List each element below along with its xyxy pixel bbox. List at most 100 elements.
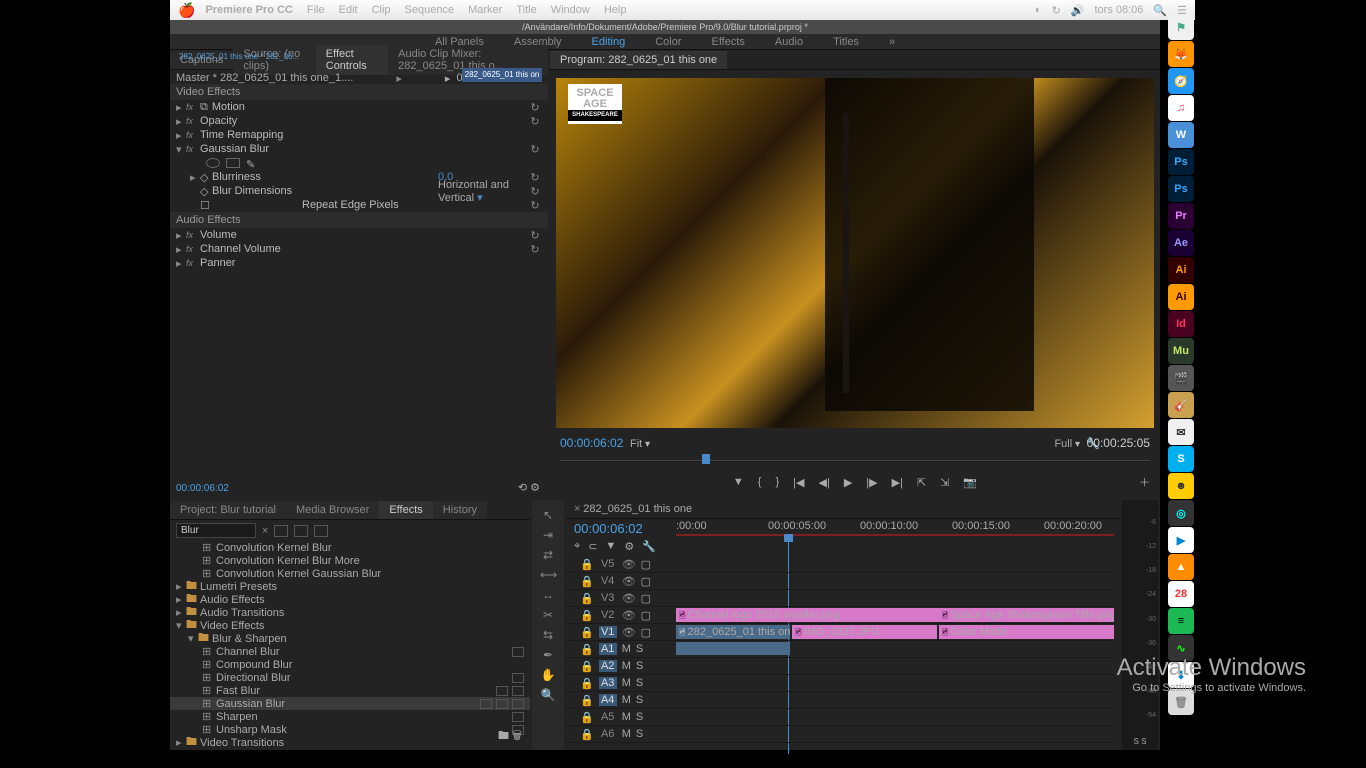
hand-tool-icon[interactable]: ✋ bbox=[540, 668, 556, 682]
fx-item[interactable]: Sharpen bbox=[216, 711, 258, 723]
rate-tool-icon[interactable]: ↔ bbox=[540, 588, 556, 602]
eye-icon[interactable]: 👁 bbox=[622, 558, 636, 571]
lock-icon[interactable]: 🔒 bbox=[580, 660, 594, 673]
mask-rect-icon[interactable] bbox=[226, 158, 240, 168]
effect-volume[interactable]: Volume bbox=[200, 229, 528, 241]
status-icon[interactable]: ◐ bbox=[1035, 4, 1042, 16]
mute-icon[interactable]: ▢ bbox=[641, 626, 651, 639]
track-a3[interactable]: A3 bbox=[599, 677, 617, 689]
lock-icon[interactable]: 🔒 bbox=[580, 609, 594, 622]
checkbox-icon[interactable]: ☐ bbox=[200, 199, 212, 212]
effect-panner[interactable]: Panner bbox=[200, 257, 542, 269]
ws-audio[interactable]: Audio bbox=[775, 36, 803, 48]
twirl-icon[interactable]: ▸ bbox=[176, 115, 186, 128]
sequence-name[interactable]: 282_0625_01 this one bbox=[583, 503, 692, 515]
eye-icon[interactable]: 👁 bbox=[622, 575, 636, 588]
mask-ellipse-icon[interactable] bbox=[206, 158, 220, 168]
dock-app-icon[interactable]: Pr bbox=[1168, 203, 1194, 229]
ripple-tool-icon[interactable]: ⇄ bbox=[540, 548, 556, 562]
track-a4[interactable]: A4 bbox=[599, 694, 617, 706]
solo-icon[interactable]: S bbox=[636, 728, 643, 740]
lock-icon[interactable]: 🔒 bbox=[580, 711, 594, 724]
twirl-icon[interactable]: ▸ bbox=[176, 257, 186, 270]
delete-icon[interactable]: 🗑 bbox=[512, 730, 522, 742]
clip-v2-logo[interactable]: 🖻 Channel logo 2016 smaller.png bbox=[676, 608, 939, 622]
clip-v1-matte[interactable]: 🖻 Color Matte bbox=[939, 625, 1114, 639]
time-ruler[interactable]: :00:00 00:00:05:00 00:00:10:00 00:00:15:… bbox=[676, 520, 1114, 538]
fx-badge-icon[interactable]: fx bbox=[186, 116, 200, 126]
dock-app-icon[interactable]: ⚑ bbox=[1168, 14, 1194, 40]
export-frame-icon[interactable]: 📷 bbox=[963, 476, 977, 489]
linked-sel-icon[interactable]: ⊂ bbox=[588, 540, 597, 553]
play-icon[interactable]: ▶ bbox=[844, 476, 852, 489]
solo-icon[interactable]: S bbox=[636, 660, 643, 672]
twirl-icon[interactable]: ▾ bbox=[188, 632, 198, 645]
lock-icon[interactable]: 🔒 bbox=[580, 677, 594, 690]
dock-app-icon[interactable]: W bbox=[1168, 122, 1194, 148]
mute-icon[interactable]: ▢ bbox=[641, 609, 651, 622]
menu-title[interactable]: Title bbox=[516, 4, 536, 16]
dock-app-icon[interactable]: ✉ bbox=[1168, 419, 1194, 445]
param-blur-dimensions[interactable]: Blur Dimensions bbox=[212, 185, 438, 197]
lock-icon[interactable]: 🔒 bbox=[580, 558, 594, 571]
mute-icon[interactable]: ▢ bbox=[641, 592, 651, 605]
menu-help[interactable]: Help bbox=[604, 4, 627, 16]
ec-timecode[interactable]: 00:00:06:02 bbox=[176, 483, 229, 494]
tab-media-browser[interactable]: Media Browser bbox=[286, 501, 379, 519]
menu-marker[interactable]: Marker bbox=[468, 4, 502, 16]
track-v3[interactable]: V3 bbox=[599, 592, 617, 604]
track-a2[interactable]: A2 bbox=[599, 660, 617, 672]
snap-icon[interactable]: ⌖ bbox=[574, 540, 580, 553]
param-blurriness[interactable]: Blurriness bbox=[212, 171, 438, 183]
dock-app-icon[interactable]: ▲ bbox=[1168, 554, 1194, 580]
fx-subfolder[interactable]: Blur & Sharpen bbox=[212, 633, 287, 645]
twirl-icon[interactable]: ▸ bbox=[190, 171, 200, 184]
dock-app-icon[interactable]: 🎸 bbox=[1168, 392, 1194, 418]
reset-icon[interactable]: ↻ bbox=[528, 199, 542, 212]
add-marker-icon[interactable]: ▼ bbox=[733, 476, 744, 488]
new-bin-icon[interactable]: 🖿 bbox=[498, 730, 509, 742]
wrench-icon[interactable]: 🔧 bbox=[642, 540, 656, 553]
tab-history[interactable]: History bbox=[433, 501, 487, 519]
keyframe-toggle-icon[interactable]: ◇ bbox=[200, 171, 212, 184]
ws-editing[interactable]: Editing bbox=[592, 36, 626, 48]
dock-app-icon[interactable]: ♫ bbox=[1168, 95, 1194, 121]
mute-icon[interactable]: M bbox=[622, 694, 631, 706]
dock-app-icon[interactable]: Id bbox=[1168, 311, 1194, 337]
clip-v1-main[interactable]: 🖻 282_0625_01 this one_1.m bbox=[676, 625, 790, 639]
pen-tool-icon[interactable]: ✒ bbox=[540, 648, 556, 662]
ws-titles[interactable]: Titles bbox=[833, 36, 859, 48]
tab-project[interactable]: Project: Blur tutorial bbox=[170, 501, 286, 519]
track-v4[interactable]: V4 bbox=[599, 575, 617, 587]
dock-app-icon[interactable]: Ai bbox=[1168, 284, 1194, 310]
apple-icon[interactable]: 🍎 bbox=[178, 2, 195, 19]
lift-icon[interactable]: ⇱ bbox=[917, 476, 926, 489]
marker-icon[interactable]: ▼ bbox=[605, 540, 616, 553]
menu-window[interactable]: Window bbox=[551, 4, 590, 16]
fx-badge-icon[interactable]: fx bbox=[186, 144, 200, 154]
twirl-icon[interactable]: ▸ bbox=[176, 129, 186, 142]
reset-icon[interactable]: ↻ bbox=[528, 243, 542, 256]
sync-icon[interactable]: ↻ bbox=[1052, 4, 1061, 17]
tab-program[interactable]: Program: 282_0625_01 this one bbox=[550, 51, 727, 69]
track-v1[interactable]: V1 bbox=[599, 626, 617, 638]
fx-item[interactable]: Directional Blur bbox=[216, 672, 291, 684]
fx-badge-icon[interactable]: fx bbox=[186, 244, 200, 254]
extract-icon[interactable]: ⇲ bbox=[940, 476, 949, 489]
fx-item-gaussian[interactable]: Gaussian Blur bbox=[216, 698, 285, 710]
solo-icon[interactable]: S bbox=[636, 694, 643, 706]
ws-effects[interactable]: Effects bbox=[711, 36, 744, 48]
dock-app-icon[interactable]: Ai bbox=[1168, 257, 1194, 283]
mute-icon[interactable]: M bbox=[622, 643, 631, 655]
fx-badge-icon[interactable]: fx bbox=[186, 130, 200, 140]
dock-app-icon[interactable]: ☻ bbox=[1168, 473, 1194, 499]
effect-gaussian-blur[interactable]: Gaussian Blur bbox=[200, 143, 528, 155]
mute-icon[interactable]: M bbox=[622, 677, 631, 689]
keyframe-toggle-icon[interactable]: ◇ bbox=[200, 185, 212, 198]
twirl-icon[interactable]: ▾ bbox=[176, 143, 186, 156]
program-scrubber[interactable] bbox=[560, 454, 1150, 468]
lock-icon[interactable]: 🔒 bbox=[580, 643, 594, 656]
tab-effects[interactable]: Effects bbox=[379, 501, 432, 519]
track-a5[interactable]: A5 bbox=[599, 711, 617, 723]
lock-icon[interactable]: 🔒 bbox=[580, 728, 594, 741]
